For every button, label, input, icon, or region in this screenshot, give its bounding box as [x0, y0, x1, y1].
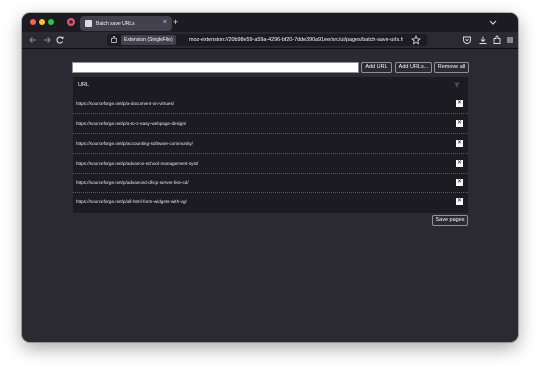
row-url: https://sourceforge.net/p/a-document-on-… — [76, 101, 175, 106]
pinned-tab-icon[interactable] — [66, 17, 76, 27]
extension-icon — [111, 36, 117, 43]
row-url: https://sourceforge.net/p/advanced-dhcp-… — [76, 180, 189, 185]
add-url-button[interactable]: Add URL — [361, 62, 392, 73]
row-url: https://sourceforge.net/p/advance-school… — [76, 161, 199, 166]
table-row: https://sourceforge.net/p/a-to-z-easy-we… — [73, 114, 468, 134]
extension-identity-label[interactable]: Extension (SingleFile) — [121, 35, 176, 45]
reload-icon[interactable] — [55, 35, 65, 45]
add-urls-button[interactable]: Add URLs... — [395, 62, 432, 73]
url-input-row: Add URL Add URLs... Remove all — [72, 62, 469, 73]
nav-bar: Extension (SingleFile) moz-extension://2… — [22, 32, 518, 49]
tab-title: Batch save URLs — [96, 20, 135, 27]
back-icon[interactable] — [28, 35, 38, 45]
forward-icon[interactable] — [42, 35, 52, 45]
chevron-down-icon[interactable] — [488, 17, 498, 27]
maximize-window-button[interactable] — [48, 19, 54, 25]
remove-url-button[interactable]: ✕ — [456, 140, 463, 147]
url-column-header[interactable]: URL — [78, 82, 89, 88]
table-row: https://sourceforge.net/p/all-html-form-… — [73, 192, 468, 211]
filter-icon[interactable] — [453, 81, 461, 89]
browser-window: Batch save URLs × + Extension (SingleFil… — [22, 13, 518, 342]
remove-url-button[interactable]: ✕ — [456, 120, 463, 127]
url-table: URL https://sourceforge.net/p/a-document… — [73, 77, 468, 213]
remove-url-button[interactable]: ✕ — [456, 100, 463, 107]
pocket-icon[interactable] — [462, 35, 472, 45]
table-row: https://sourceforge.net/p/accounting-sof… — [73, 134, 468, 154]
url-text[interactable]: moz-extension://20b98e59-a59a-4296-bf20-… — [189, 35, 403, 45]
bookmark-star-icon[interactable] — [411, 35, 421, 45]
new-tab-icon[interactable]: + — [173, 16, 178, 28]
row-url: https://sourceforge.net/p/a-to-z-easy-we… — [76, 121, 187, 126]
menu-icon[interactable] — [505, 35, 515, 45]
close-window-button[interactable] — [30, 19, 36, 25]
downloads-icon[interactable] — [478, 35, 488, 45]
address-bar[interactable]: Extension (SingleFile) moz-extension://2… — [107, 34, 427, 46]
save-pages-button[interactable]: Save pages — [432, 215, 468, 226]
table-row: https://sourceforge.net/p/a-document-on-… — [73, 94, 468, 114]
remove-url-button[interactable]: ✕ — [456, 160, 463, 167]
row-url: https://sourceforge.net/p/all-html-form-… — [76, 199, 187, 204]
row-url: https://sourceforge.net/p/accounting-sof… — [76, 141, 193, 146]
remove-url-button[interactable]: ✕ — [456, 198, 463, 205]
page-content: Add URL Add URLs... Remove all URL https… — [22, 49, 518, 342]
table-header: URL — [73, 77, 468, 93]
table-row: https://sourceforge.net/p/advanced-dhcp-… — [73, 173, 468, 193]
remove-url-button[interactable]: ✕ — [456, 179, 463, 186]
tab-batch-save-urls[interactable]: Batch save URLs × — [80, 16, 172, 31]
minimize-window-button[interactable] — [39, 19, 45, 25]
tab-favicon-icon — [85, 20, 92, 27]
close-tab-icon[interactable]: × — [163, 19, 167, 27]
table-row: https://sourceforge.net/p/advance-school… — [73, 154, 468, 174]
url-input[interactable] — [72, 62, 359, 73]
tab-strip: Batch save URLs × + — [22, 13, 518, 32]
extensions-icon[interactable] — [492, 35, 502, 45]
remove-all-button[interactable]: Remove all — [434, 62, 469, 73]
